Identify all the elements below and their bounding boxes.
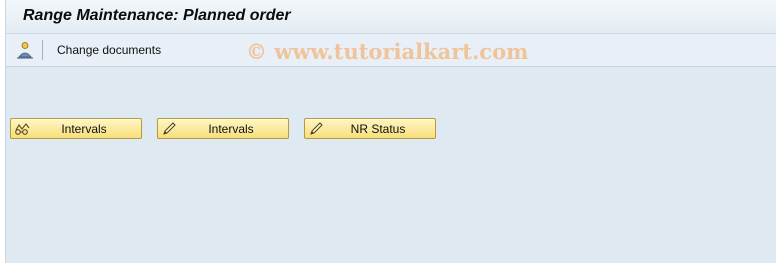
watermark-text: © www.tutorialkart.com <box>246 39 529 64</box>
toolbar-separator <box>42 40 43 60</box>
button-label: Intervals <box>61 122 107 136</box>
display-glasses-icon <box>14 121 30 137</box>
title-bar: Range Maintenance: Planned order <box>6 0 776 34</box>
page-title: Range Maintenance: Planned order <box>23 7 291 24</box>
main-frame: Range Maintenance: Planned order Change … <box>5 0 776 263</box>
nr-status-button[interactable]: NR Status <box>304 118 436 139</box>
application-toolbar: Change documents © www.tutorialkart.com <box>6 34 776 67</box>
change-intervals-button[interactable]: Intervals <box>157 118 289 139</box>
pencil-icon <box>308 121 324 137</box>
change-documents-button[interactable]: Change documents <box>57 43 161 57</box>
display-intervals-button[interactable]: Intervals <box>10 118 142 139</box>
button-label: NR Status <box>350 122 406 136</box>
pencil-icon <box>161 121 177 137</box>
button-label: Intervals <box>208 122 254 136</box>
change-documents-icon[interactable] <box>16 41 34 59</box>
